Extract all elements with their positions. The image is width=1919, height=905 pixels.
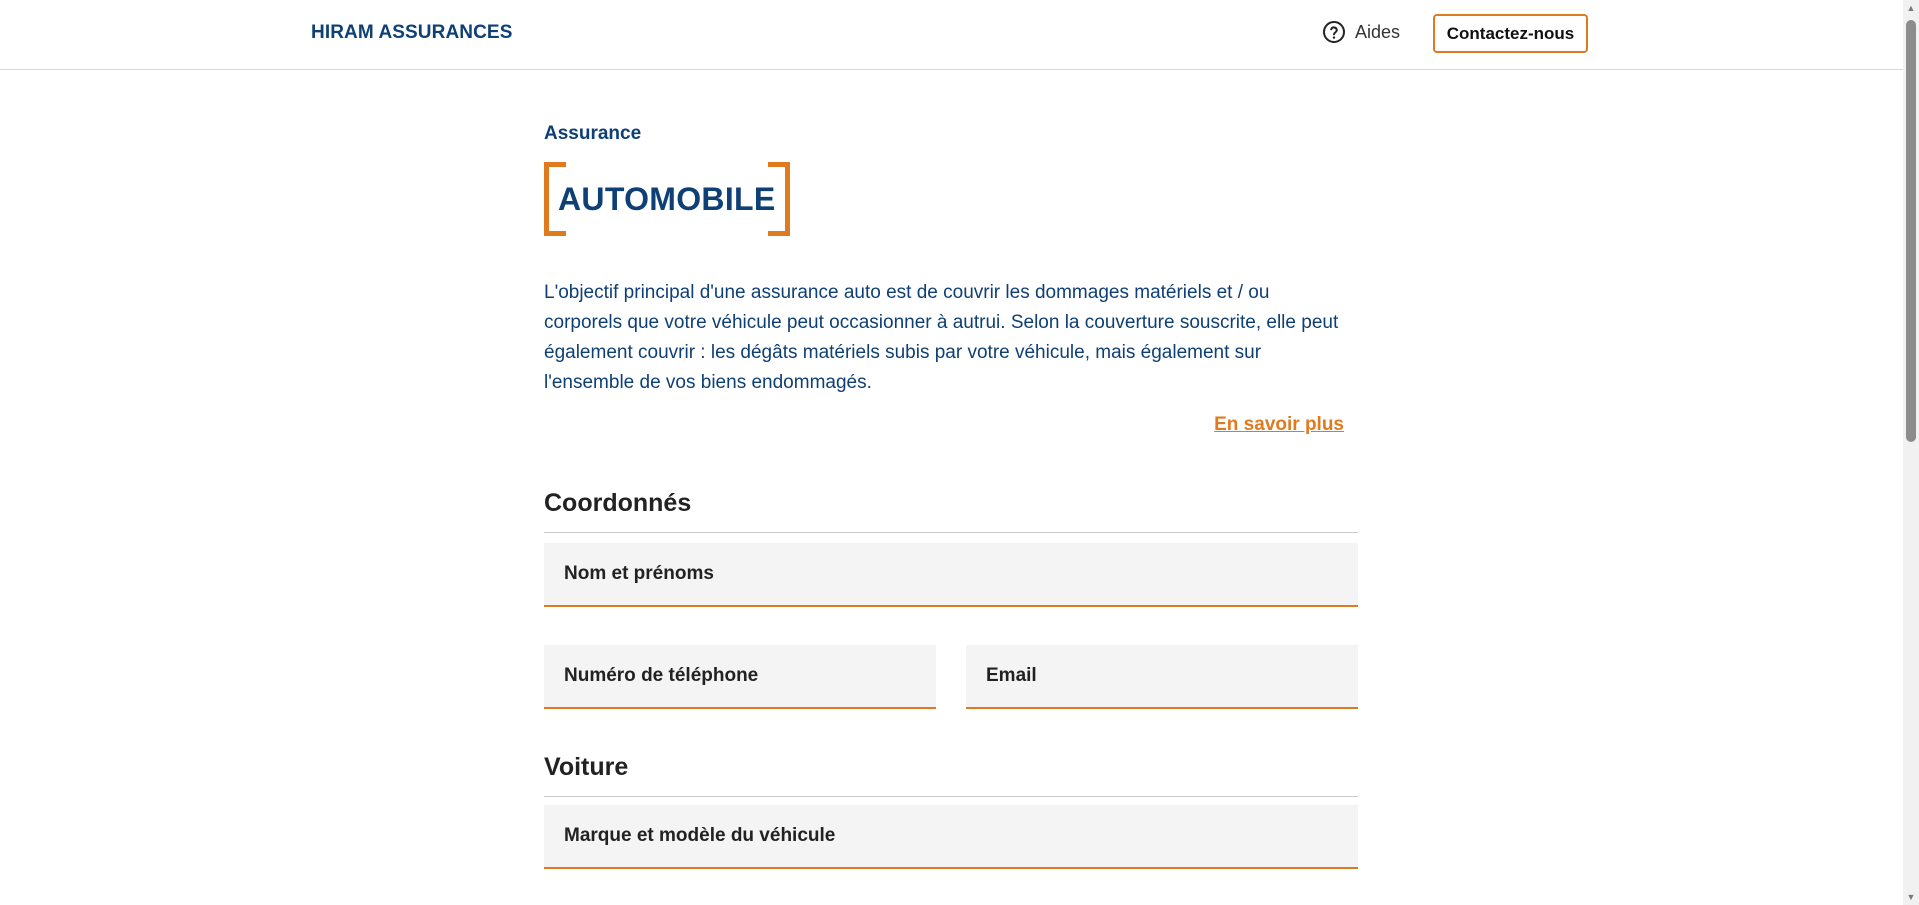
top-navbar: HIRAM ASSURANCES Aides Contactez-nous (0, 0, 1903, 70)
title-left-bracket (544, 162, 566, 236)
vertical-scrollbar[interactable]: ▲ ▼ (1903, 0, 1919, 905)
scrollbar-thumb[interactable] (1906, 20, 1916, 442)
title-right-bracket (767, 162, 790, 236)
vehicle-make-model-input[interactable] (544, 805, 1358, 869)
section-divider (544, 532, 1358, 533)
page: HIRAM ASSURANCES Aides Contactez-nous As… (0, 0, 1919, 905)
scroll-up-icon[interactable]: ▲ (1906, 3, 1916, 13)
learn-more-link[interactable]: En savoir plus (1214, 414, 1344, 436)
full-name-input[interactable] (544, 543, 1358, 607)
section-title-contact: Coordonnés (544, 489, 692, 517)
help-label: Aides (1355, 21, 1401, 42)
contact-us-button[interactable]: Contactez-nous (1433, 14, 1588, 53)
section-divider (544, 796, 1358, 797)
help-circle-icon (1322, 20, 1346, 44)
section-title-car: Voiture (544, 753, 629, 781)
phone-input[interactable] (544, 645, 936, 709)
email-input[interactable] (966, 645, 1358, 709)
scroll-down-icon[interactable]: ▼ (1906, 892, 1916, 902)
help-link[interactable]: Aides (1322, 20, 1400, 44)
page-title: AUTOMOBILE (558, 180, 776, 217)
page-title-box: AUTOMOBILE (544, 162, 790, 236)
brand-logo-text[interactable]: HIRAM ASSURANCES (311, 22, 512, 44)
intro-paragraph: L'objectif principal d'une assurance aut… (544, 282, 1339, 393)
page-kicker: Assurance (544, 123, 642, 144)
